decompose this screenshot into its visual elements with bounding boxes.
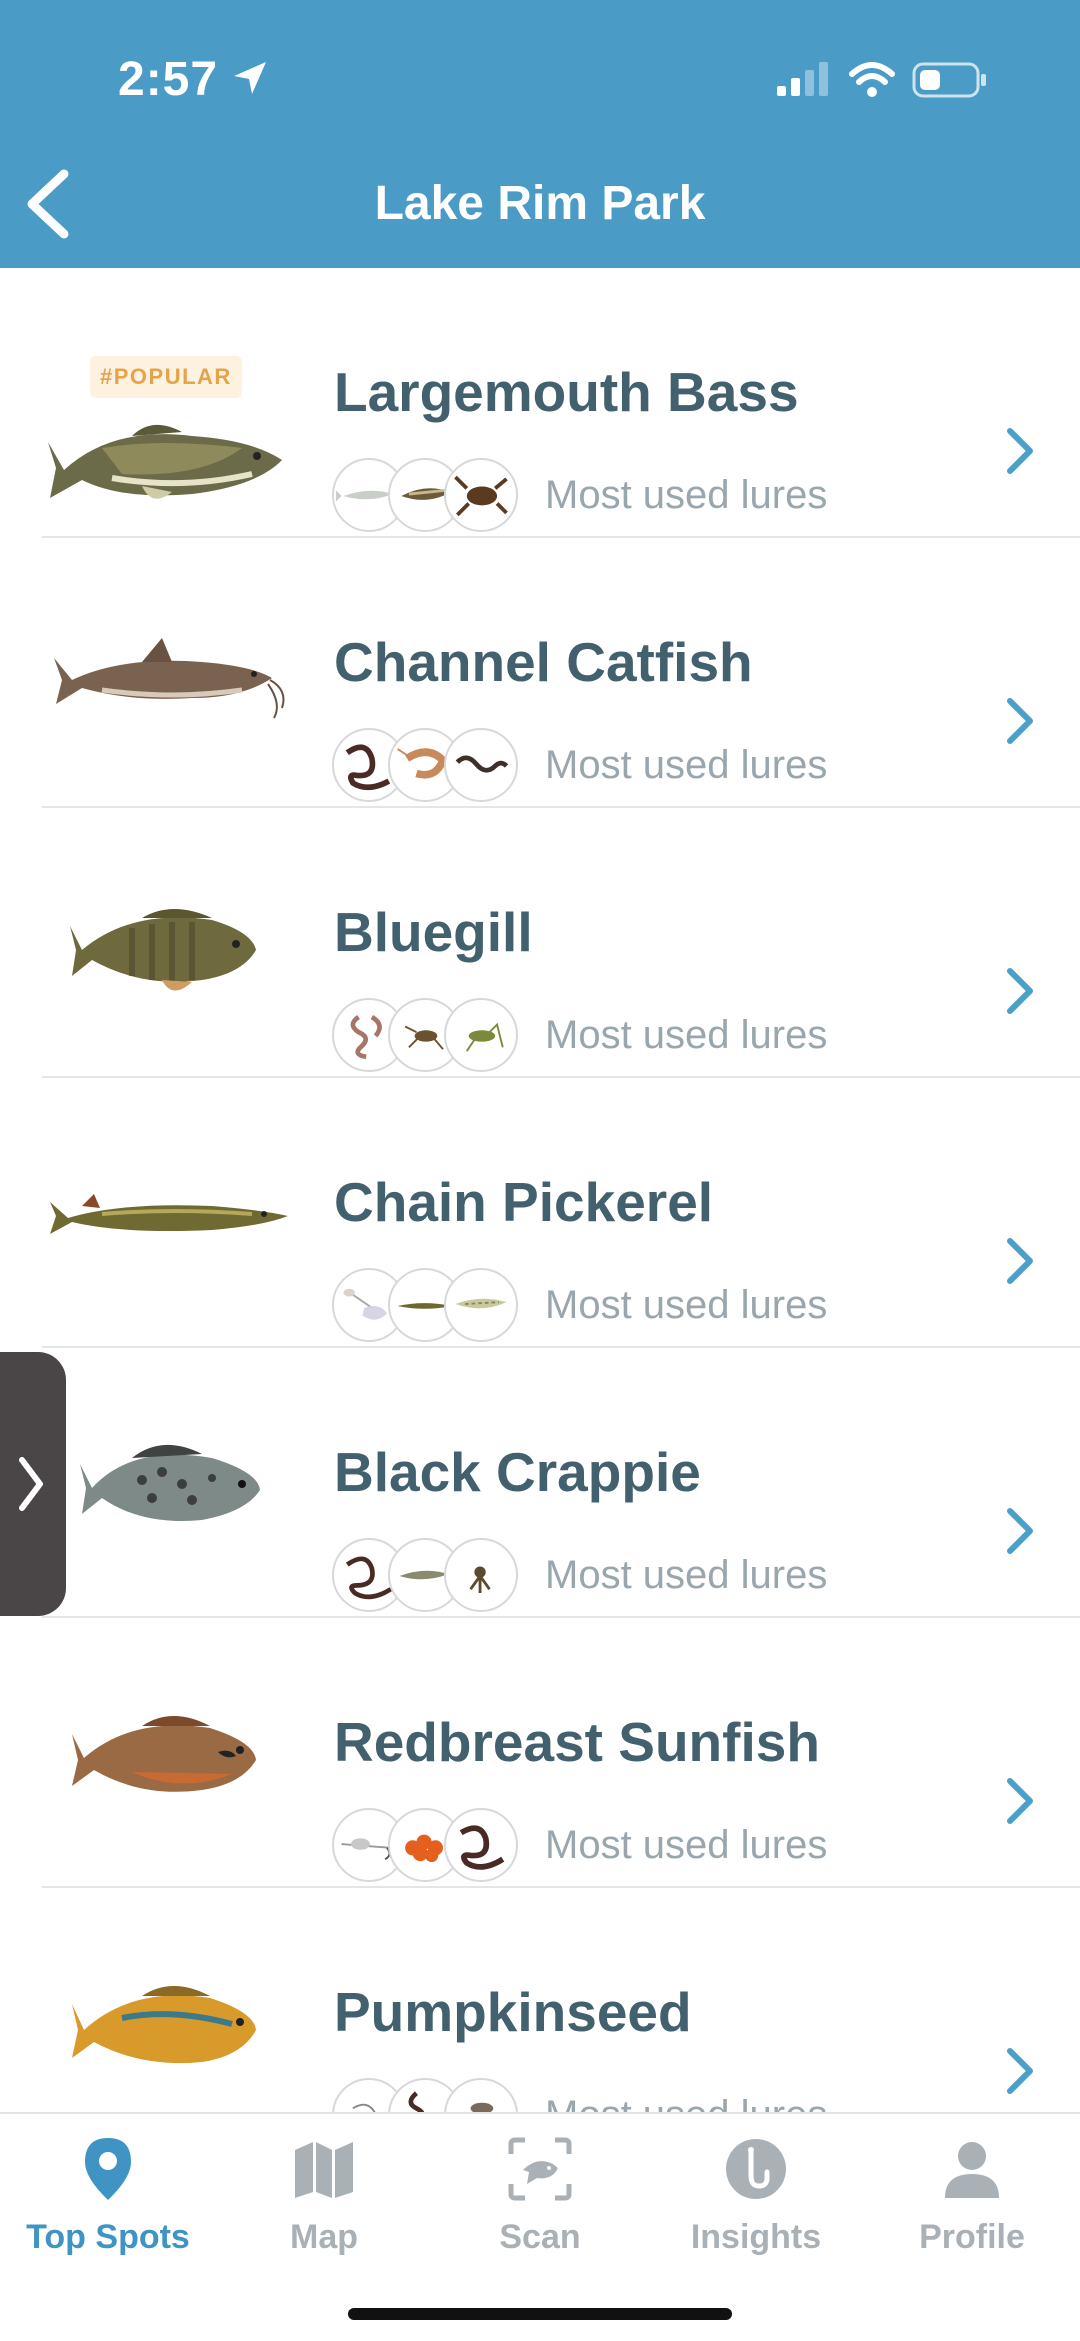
species-row-largemouth-bass[interactable]: #POPULAR Largemouth Bass Most used lures: [0, 268, 1080, 538]
lure-worm-2-icon: [444, 728, 518, 802]
tab-top-spots[interactable]: Top Spots: [0, 2134, 216, 2284]
location-pin-icon: [85, 2138, 131, 2200]
lure-thumbnails: [332, 2078, 518, 2112]
lures-label: Most used lures: [545, 2093, 827, 2112]
lures-label: Most used lures: [545, 1823, 828, 1867]
species-name: Bluegill: [334, 901, 533, 963]
lure-thumbnails: [332, 728, 518, 802]
tab-profile[interactable]: Profile: [864, 2134, 1080, 2284]
tab-label: Insights: [690, 2218, 822, 2256]
lures-label: Most used lures: [545, 1283, 828, 1327]
tab-label: Top Spots: [26, 2218, 190, 2256]
lure-thumbnails: [332, 1538, 518, 1612]
side-drawer-handle[interactable]: [0, 1352, 66, 1616]
tab-insights[interactable]: Insights: [648, 2134, 864, 2284]
lure-jig-icon: [444, 1538, 518, 1612]
chevron-right-icon: [1007, 428, 1033, 474]
screen: 2:57 Lake Rim Park #POPULAR Largemouth B…: [0, 0, 1080, 2341]
lure-worm-icon: [444, 1808, 518, 1882]
lures-label: Most used lures: [545, 473, 828, 517]
hook-icon: [726, 2139, 786, 2199]
person-icon: [945, 2142, 999, 2198]
tab-bar: Top Spots Map Scan Insights Profile: [0, 2112, 1080, 2341]
species-name: Largemouth Bass: [334, 361, 799, 423]
lure-crawfish-icon: [444, 458, 518, 532]
pumpkinseed-image: [72, 1986, 256, 2064]
species-row-pumpkinseed[interactable]: Pumpkinseed Most used lures: [0, 1888, 1080, 2112]
species-name: Channel Catfish: [334, 631, 753, 693]
species-row-redbreast-sunfish[interactable]: Redbreast Sunfish Most used lures: [0, 1618, 1080, 1888]
lures-label: Most used lures: [545, 1553, 828, 1597]
tab-label: Scan: [499, 2218, 581, 2256]
lure-grasshopper-icon: [444, 998, 518, 1072]
lure-thumbnails: [332, 458, 518, 532]
species-row-chain-pickerel[interactable]: Chain Pickerel Most used lures: [0, 1078, 1080, 1348]
lure-thumbnails: [332, 998, 518, 1072]
battery-icon: [912, 62, 986, 98]
lure-crankbait-icon: [444, 1268, 518, 1342]
chevron-right-icon: [1007, 2048, 1033, 2094]
lure-thumbnails: [332, 1268, 518, 1342]
species-name: Black Crappie: [334, 1441, 701, 1503]
channel-catfish-image: [54, 638, 285, 719]
scan-fish-icon: [508, 2137, 572, 2201]
lure-cricket-icon: [444, 2078, 518, 2112]
chevron-right-icon: [1007, 968, 1033, 1014]
tab-label: Map: [290, 2218, 358, 2256]
chevron-right-icon: [1007, 1238, 1033, 1284]
popular-badge: #POPULAR: [90, 356, 242, 398]
map-icon: [295, 2142, 353, 2198]
page-title: Lake Rim Park: [374, 177, 706, 230]
cellular-signal-icon: [777, 62, 828, 96]
tab-label: Profile: [919, 2218, 1025, 2256]
lure-thumbnails: [332, 1808, 518, 1882]
redbreast-sunfish-image: [72, 1716, 256, 1792]
chevron-right-icon: [1007, 698, 1033, 744]
species-name: Redbreast Sunfish: [334, 1711, 820, 1773]
species-name: Pumpkinseed: [334, 1981, 692, 2043]
lures-label: Most used lures: [545, 1013, 828, 1057]
wifi-icon: [849, 62, 895, 97]
chevron-right-icon: [1007, 1778, 1033, 1824]
header-bar: 2:57 Lake Rim Park: [0, 0, 1080, 268]
species-list: #POPULAR Largemouth Bass Most used lures: [0, 268, 1080, 2112]
black-crappie-image: [80, 1444, 260, 1522]
species-row-bluegill[interactable]: Bluegill Most used lures: [0, 808, 1080, 1078]
species-row-black-crappie[interactable]: Black Crappie Most used lures: [0, 1348, 1080, 1618]
home-indicator: [348, 2308, 732, 2320]
lures-label: Most used lures: [545, 743, 828, 787]
species-row-channel-catfish[interactable]: Channel Catfish Most used lures: [0, 538, 1080, 808]
largemouth-bass-image: [48, 424, 282, 499]
species-name: Chain Pickerel: [334, 1171, 714, 1233]
location-arrow-icon: [234, 62, 266, 94]
tab-map[interactable]: Map: [216, 2134, 432, 2284]
chain-pickerel-image: [50, 1194, 288, 1234]
chevron-right-icon: [1007, 1508, 1033, 1554]
bluegill-image: [70, 909, 256, 991]
tab-scan[interactable]: Scan: [432, 2134, 648, 2284]
chevron-right-icon: [19, 1457, 43, 1511]
status-time: 2:57: [118, 53, 219, 106]
